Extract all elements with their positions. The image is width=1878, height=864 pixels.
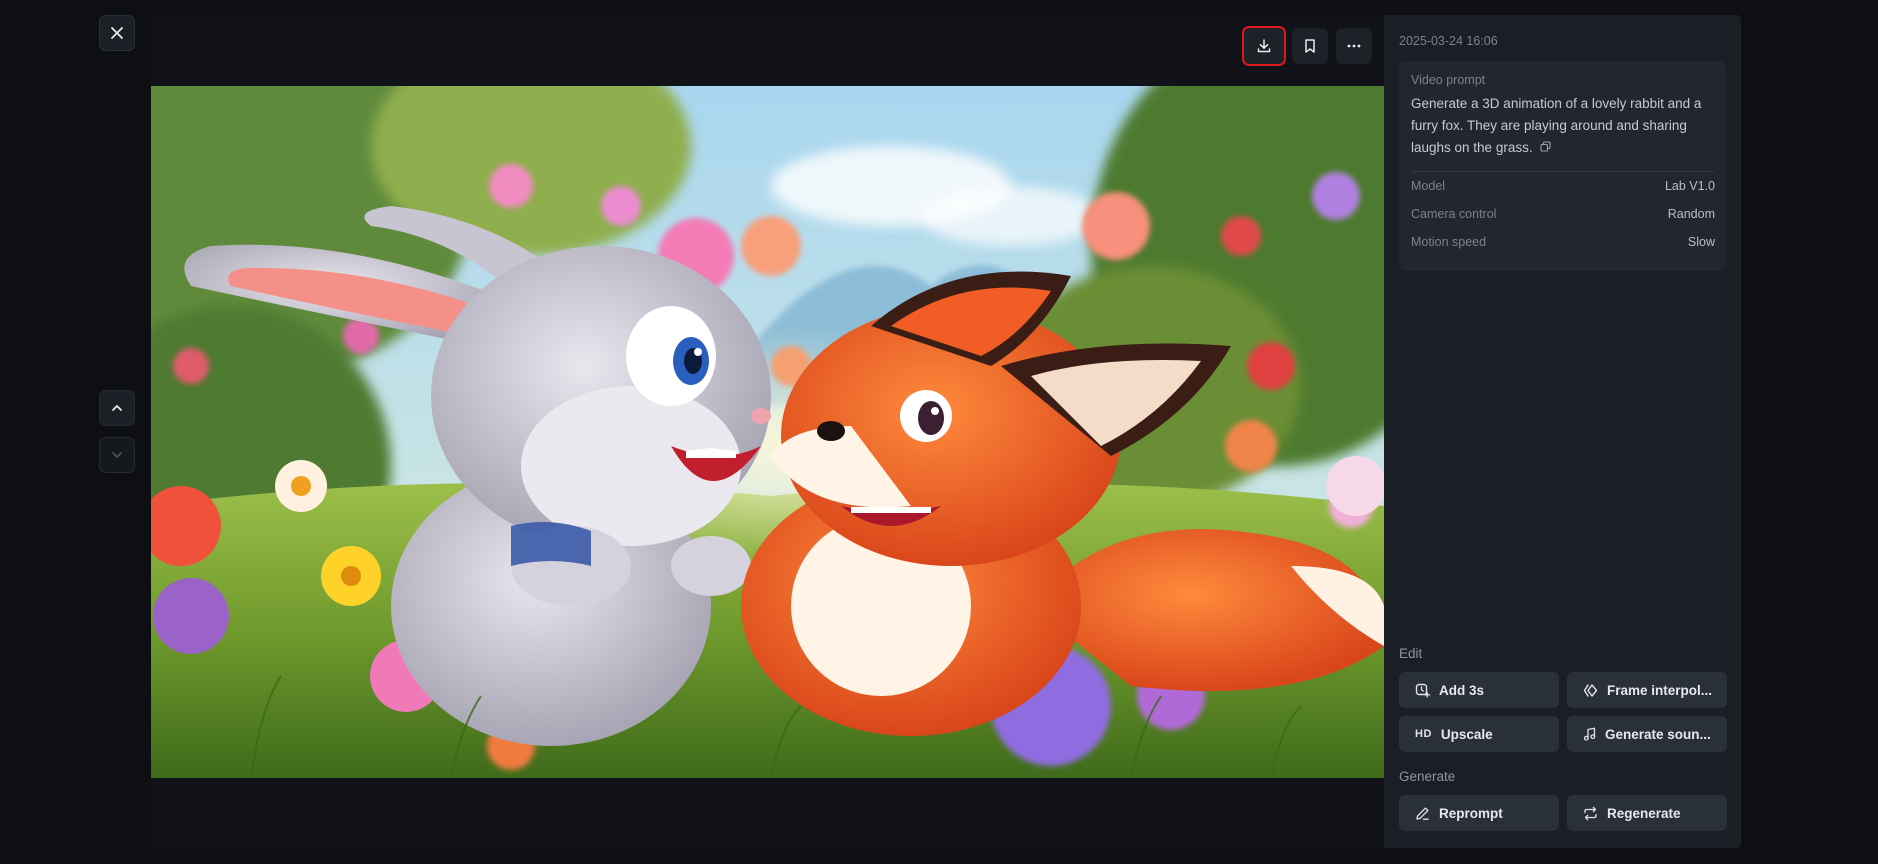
regenerate-button[interactable]: Regenerate: [1567, 795, 1727, 831]
previous-button[interactable]: [99, 390, 135, 426]
prompt-text: Generate a 3D animation of a lovely rabb…: [1411, 96, 1702, 155]
repeat-icon: [1583, 806, 1598, 821]
upscale-button[interactable]: HD Upscale: [1399, 716, 1559, 752]
chevron-down-icon: [112, 452, 122, 458]
meta-key: Camera control: [1411, 207, 1497, 222]
music-note-icon: [1583, 727, 1596, 741]
regenerate-label: Regenerate: [1607, 805, 1681, 821]
meta-value: Lab V1.0: [1664, 179, 1715, 194]
add-3s-label: Add 3s: [1439, 682, 1485, 698]
video-preview[interactable]: [151, 86, 1384, 778]
meta-row-model: Model Lab V1.0: [1411, 172, 1715, 200]
hd-icon: HD: [1415, 728, 1432, 740]
frame-interpolation-label: Frame interpol...: [1607, 682, 1713, 698]
add-3s-button[interactable]: Add 3s: [1399, 672, 1559, 708]
generate-section-title: Generate: [1399, 769, 1456, 784]
prompt-label: Video prompt: [1411, 73, 1486, 87]
close-button[interactable]: [99, 15, 135, 51]
timestamp: 2025-03-24 16:06: [1399, 34, 1498, 48]
media-viewer: [151, 15, 1384, 848]
meta-value: Slow: [1687, 235, 1715, 250]
download-icon: [1257, 39, 1271, 53]
generate-sound-button[interactable]: Generate soun...: [1567, 716, 1727, 752]
meta-key: Model: [1411, 179, 1446, 194]
meta-row-motion-speed: Motion speed Slow: [1411, 228, 1715, 256]
upscale-label: Upscale: [1440, 726, 1493, 742]
bookmark-button[interactable]: [1292, 28, 1328, 64]
generate-sound-label: Generate soun...: [1605, 726, 1711, 742]
rabbit-fox-scene-image: [151, 86, 1384, 778]
meta-value: Random: [1667, 207, 1715, 222]
more-options-button[interactable]: [1336, 28, 1372, 64]
prompt-text-block: Generate a 3D animation of a lovely rabb…: [1411, 93, 1715, 159]
add-time-icon: [1415, 683, 1430, 698]
copy-icon: [1540, 141, 1551, 152]
reprompt-label: Reprompt: [1439, 805, 1503, 821]
reprompt-button[interactable]: Reprompt: [1399, 795, 1559, 831]
edit-section-title: Edit: [1399, 646, 1423, 661]
next-button[interactable]: [99, 437, 135, 473]
pencil-icon: [1415, 806, 1430, 821]
close-icon: [111, 27, 123, 39]
meta-key: Motion speed: [1411, 235, 1487, 250]
meta-row-camera-control: Camera control Random: [1411, 200, 1715, 228]
chevron-up-icon: [112, 405, 122, 411]
copy-prompt-button[interactable]: [1540, 137, 1551, 159]
download-button[interactable]: [1242, 26, 1286, 66]
bookmark-icon: [1305, 39, 1315, 53]
prompt-card: Video prompt Generate a 3D animation of …: [1399, 61, 1726, 271]
frame-interpolation-icon: [1583, 683, 1598, 698]
frame-interpolation-button[interactable]: Frame interpol...: [1567, 672, 1727, 708]
more-icon: [1347, 44, 1361, 48]
details-panel: 2025-03-24 16:06 Video prompt Generate a…: [1384, 15, 1741, 848]
